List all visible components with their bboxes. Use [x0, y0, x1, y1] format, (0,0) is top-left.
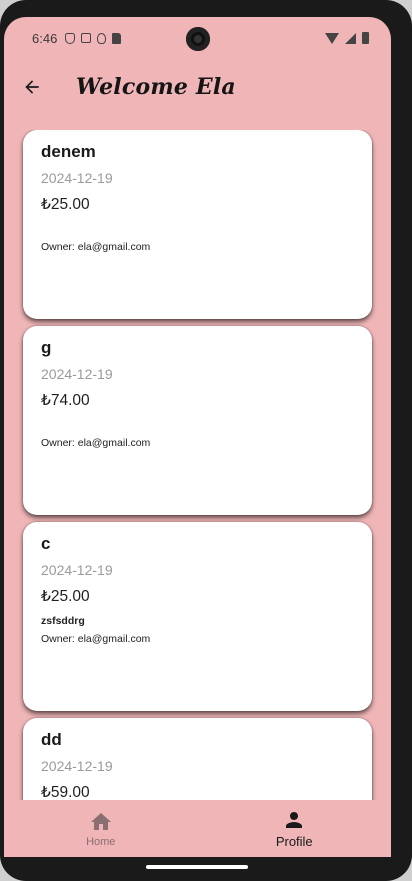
app-screen: 6:46 Welcome Ela denem 2024-12-19 ₺25.00…: [4, 17, 391, 857]
battery-icon: [362, 32, 369, 44]
back-button[interactable]: [8, 63, 56, 111]
card-description: [41, 419, 354, 433]
page-title: Welcome Ela: [76, 74, 236, 100]
card-date: 2024-12-19: [41, 758, 113, 774]
bottom-navigation: Home Profile: [4, 800, 391, 857]
card-price: ₺25.00: [41, 196, 90, 213]
camera-cutout: [186, 27, 210, 51]
person-icon: [286, 812, 303, 828]
item-list[interactable]: denem 2024-12-19 ₺25.00 Owner: ela@gmail…: [4, 130, 391, 800]
wifi-icon: [325, 32, 339, 44]
status-time: 6:46: [32, 30, 58, 46]
card-title: g: [41, 338, 52, 357]
debug-icon: [97, 32, 107, 44]
card-date: 2024-12-19: [41, 562, 113, 578]
shield-icon: [65, 32, 76, 44]
card-price: ₺25.00: [41, 588, 90, 605]
card-price: ₺59.00: [41, 784, 90, 800]
card-date: 2024-12-19: [41, 170, 113, 186]
nav-item-home[interactable]: Home: [4, 800, 198, 857]
home-indicator[interactable]: [146, 865, 248, 869]
card-owner: Owner: ela@gmail.com: [41, 241, 151, 253]
card-owner: Owner: ela@gmail.com: [41, 437, 151, 449]
device-frame: 6:46 Welcome Ela denem 2024-12-19 ₺25.00…: [0, 0, 412, 881]
card-title: denem: [41, 142, 96, 161]
list-item-card[interactable]: g 2024-12-19 ₺74.00 Owner: ela@gmail.com: [23, 326, 372, 515]
card-date: 2024-12-19: [41, 366, 113, 382]
list-item-card[interactable]: c 2024-12-19 ₺25.00 zsfsddrg Owner: ela@…: [23, 522, 372, 711]
nav-label-profile: Profile: [275, 834, 313, 849]
sd-card-icon: [112, 32, 122, 44]
arrow-back-icon: [25, 80, 39, 94]
app-bar: Welcome Ela: [4, 59, 391, 115]
nav-item-profile[interactable]: Profile: [198, 800, 392, 857]
list-item-card[interactable]: denem 2024-12-19 ₺25.00 Owner: ela@gmail…: [23, 130, 372, 319]
card-description: [41, 223, 354, 237]
list-item-card[interactable]: dd 2024-12-19 ₺59.00: [23, 718, 372, 800]
card-price: ₺74.00: [41, 392, 90, 409]
signal-icon: [345, 32, 356, 44]
status-right: [325, 32, 369, 44]
nav-label-home: Home: [86, 835, 116, 848]
card-owner: Owner: ela@gmail.com: [41, 633, 151, 645]
screenshot-icon: [81, 33, 92, 43]
card-description: zsfsddrg: [41, 615, 85, 627]
home-icon: [90, 812, 111, 830]
status-left: 6:46: [32, 30, 122, 46]
card-title: c: [41, 534, 51, 553]
card-title: dd: [41, 730, 62, 749]
